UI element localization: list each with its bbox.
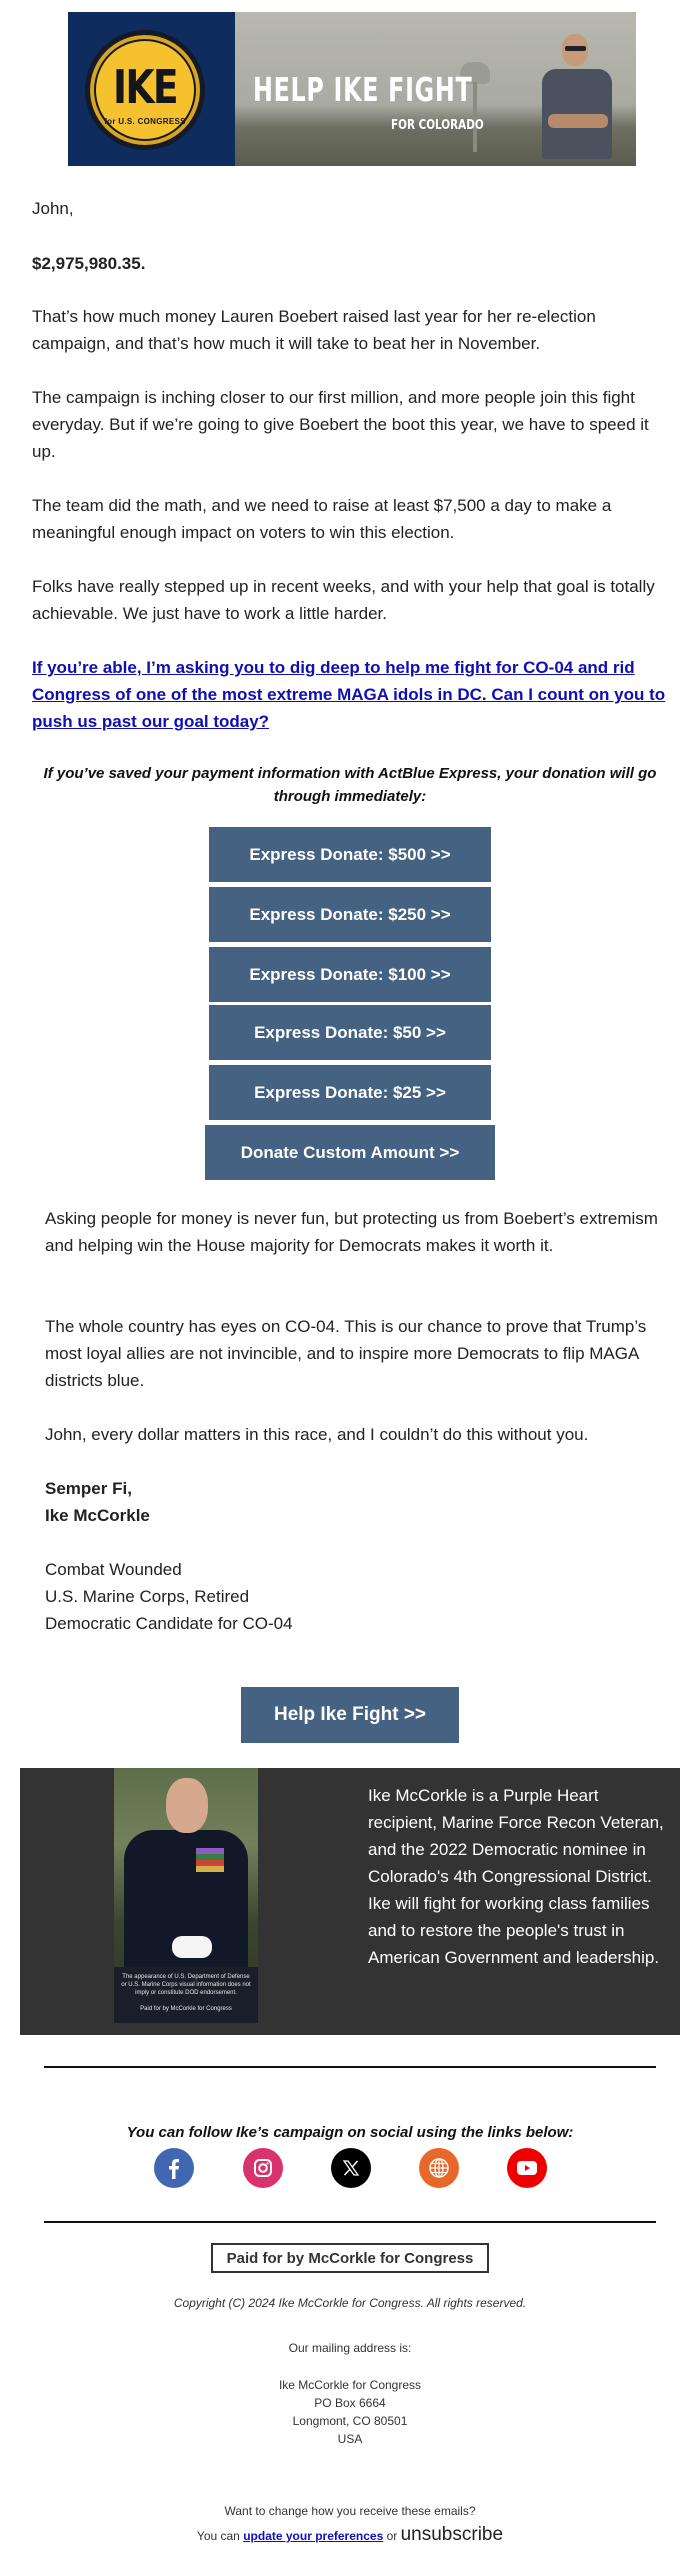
donate-cta-link[interactable]: If you’re able, I’m asking you to dig de…: [32, 654, 672, 735]
signer-title-2: U.S. Marine Corps, Retired: [45, 1587, 250, 1606]
amount-raised: $2,975,980.35.: [32, 254, 146, 273]
signer-title-1: Combat Wounded: [45, 1560, 182, 1579]
closing-paragraph-2: The whole country has eyes on CO-04. Thi…: [45, 1317, 647, 1390]
update-preferences-link[interactable]: update your preferences: [243, 2529, 383, 2543]
photo-paid-for: Paid for by McCorkle for Congress: [140, 2006, 232, 2012]
candidate-uniform-photo: The appearance of U.S. Department of Def…: [114, 1768, 258, 2023]
x-link[interactable]: [331, 2148, 371, 2188]
logo-subtext: for U.S. CONGRESS: [104, 117, 186, 126]
express-donate-25-button[interactable]: Express Donate: $25 >>: [209, 1065, 491, 1120]
campaign-logo: IKE for U.S. CONGRESS: [85, 30, 205, 150]
closing-paragraph-1: Asking people for money is never fun, bu…: [45, 1209, 658, 1255]
banner-photo: HELP IKE FIGHT FOR COLORADO: [235, 12, 636, 166]
instagram-icon: [254, 2159, 272, 2177]
unsubscribe-link[interactable]: unsubscribe: [401, 2524, 503, 2545]
address-line-4: USA: [337, 2432, 363, 2446]
preferences-prompt: Want to change how you receive these ema…: [224, 2504, 476, 2518]
candidate-sunglasses: [565, 46, 586, 51]
address-line-2: PO Box 6664: [314, 2396, 386, 2410]
signer-title-3: Democratic Candidate for CO-04: [45, 1614, 293, 1633]
signer-name: Ike McCorkle: [45, 1506, 150, 1525]
logo-text: IKE: [112, 60, 179, 114]
closing-paragraph-3: John, every dollar matters in this race,…: [45, 1425, 589, 1444]
facebook-icon: [169, 2159, 179, 2179]
body-paragraph-2: The campaign is inching closer to our fi…: [32, 388, 649, 461]
youtube-icon: [517, 2161, 537, 2175]
mailing-address-label: Our mailing address is:: [288, 2341, 412, 2355]
help-ike-fight-button[interactable]: Help Ike Fight >>: [241, 1687, 459, 1743]
express-donate-250-button[interactable]: Express Donate: $250 >>: [209, 887, 491, 942]
facebook-link[interactable]: [154, 2148, 194, 2188]
address-line-1: Ike McCorkle for Congress: [278, 2378, 422, 2392]
dod-disclaimer: The appearance of U.S. Department of Def…: [121, 1974, 251, 1996]
greeting: John,: [32, 199, 74, 218]
preferences-line: You can update your preferences or unsub…: [0, 2524, 700, 2546]
medal-ribbons: [196, 1848, 224, 1872]
paid-for-disclaimer: Paid for by McCorkle for Congress: [211, 2243, 489, 2273]
white-gloves: [172, 1936, 212, 1958]
or-text: or: [386, 2529, 398, 2543]
bio-panel: The appearance of U.S. Department of Def…: [20, 1768, 680, 2035]
social-title: You can follow Ike’s campaign on social …: [126, 2124, 574, 2141]
address-line-3: Longmont, CO 80501: [292, 2414, 408, 2428]
body-paragraph-3: The team did the math, and we need to ra…: [32, 496, 612, 542]
logo-panel: IKE for U.S. CONGRESS: [68, 12, 235, 166]
banner-subheadline: FOR COLORADO: [391, 118, 484, 133]
x-icon: [342, 2160, 360, 2176]
donate-custom-amount-button[interactable]: Donate Custom Amount >>: [205, 1125, 495, 1180]
body-paragraph-1: That’s how much money Lauren Boebert rai…: [32, 307, 596, 353]
youtube-link[interactable]: [507, 2148, 547, 2188]
header-banner[interactable]: IKE for U.S. CONGRESS HELP IKE FIGHT FOR…: [68, 12, 636, 166]
globe-icon: [429, 2158, 449, 2178]
express-donate-50-button[interactable]: Express Donate: $50 >>: [209, 1005, 491, 1060]
bio-text: Ike McCorkle is a Purple Heart recipient…: [368, 1786, 664, 1967]
photo-caption: The appearance of U.S. Department of Def…: [114, 1967, 258, 2023]
you-can-text: You can: [196, 2529, 240, 2543]
candidate-face: [166, 1778, 208, 1833]
body-paragraph-4: Folks have really stepped up in recent w…: [32, 577, 655, 623]
water-tower-leg: [473, 82, 477, 152]
express-donate-100-button[interactable]: Express Donate: $100 >>: [209, 947, 491, 1002]
actblue-express-note: If you’ve saved your payment information…: [43, 765, 657, 805]
express-donate-500-button[interactable]: Express Donate: $500 >>: [209, 827, 491, 882]
website-link[interactable]: [419, 2148, 459, 2188]
candidate-arms: [548, 114, 608, 128]
signoff: Semper Fi,: [45, 1479, 132, 1498]
copyright: Copyright (C) 2024 Ike McCorkle for Cong…: [173, 2296, 527, 2310]
candidate-photo: [538, 34, 618, 166]
divider-bottom: [44, 2221, 656, 2223]
banner-headline: HELP IKE FIGHT: [253, 70, 473, 109]
instagram-link[interactable]: [243, 2148, 283, 2188]
divider-top: [44, 2066, 656, 2068]
